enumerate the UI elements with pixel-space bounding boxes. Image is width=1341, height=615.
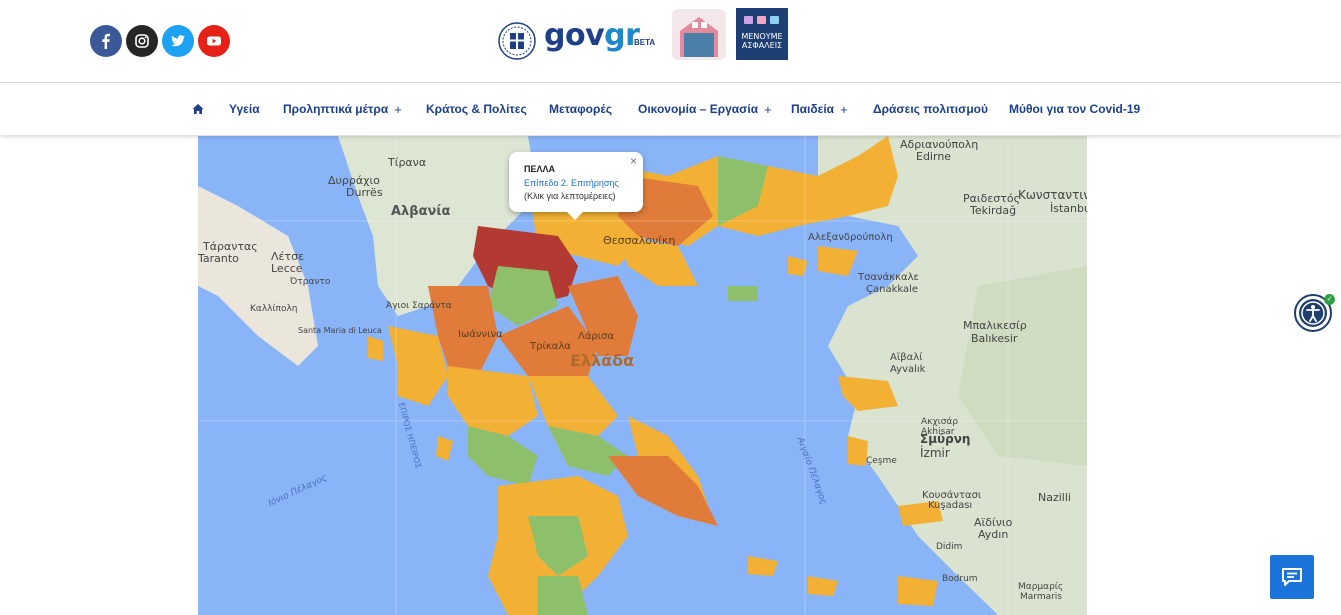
map-label-istanbul: İstanbul xyxy=(1050,202,1087,215)
map-label-akhisar-gr: Ακχισάρ xyxy=(921,417,959,427)
map-label-ayvalik-gr: Αϊβαλί xyxy=(890,352,923,363)
map-label-nazilli: Nazilli xyxy=(1038,491,1071,504)
covid-risk-map[interactable]: Τίρανα Δυρράχιο Durrës Αλβανία Τάραντας … xyxy=(198,136,1087,615)
map-label-alexandroupoli: Αλεξανδρούπολη xyxy=(808,232,893,243)
island-cyclades-2[interactable] xyxy=(808,576,838,596)
twitter-icon[interactable] xyxy=(162,25,194,57)
popup-region-name: ΠΕΛΛΑ xyxy=(524,164,556,174)
map-label-aydin: Aydın xyxy=(978,528,1009,541)
home-icon[interactable] xyxy=(192,83,204,135)
map-label-canakkale: Çanakkale xyxy=(866,284,919,295)
island-dodecanese[interactable] xyxy=(898,576,938,606)
nav-item-education[interactable]: Παιδεία + xyxy=(791,83,848,135)
nav-item-preventive-measures[interactable]: Προληπτικά μέτρα + xyxy=(283,83,402,135)
map-label-izmir-gr: Σμύρνη xyxy=(920,432,971,446)
nav-item-covid-myths[interactable]: Μύθοι για τον Covid-19 xyxy=(1009,83,1140,135)
map-label-lecce: Lecce xyxy=(271,262,303,275)
island-limnos[interactable] xyxy=(818,246,858,276)
nav-item-economy-work[interactable]: Οικονομία – Εργασία + xyxy=(638,83,772,135)
region-fthiotida[interactable] xyxy=(528,376,618,436)
instagram-icon[interactable] xyxy=(126,25,158,57)
map-label-trikala: Τρίκαλα xyxy=(530,341,571,352)
island-corfu[interactable] xyxy=(368,336,383,361)
nav-item-state-citizens[interactable]: Κράτος & Πολίτες xyxy=(426,83,527,135)
expand-icon[interactable]: + xyxy=(764,102,772,117)
map-label-greece: Ελλάδα xyxy=(570,351,635,370)
island-cyclades-1[interactable] xyxy=(748,556,778,576)
nav-item-transport[interactable]: Μεταφορές xyxy=(549,83,612,135)
badge2-label: ΜΕΝΟΥΜΕ ΑΣΦΑΛΕΙΣ xyxy=(741,32,783,50)
map-label-istanbul-gr: Κωνσταντινούπολη xyxy=(1018,188,1087,202)
map-label-canakkale-gr: Τσανάκκαλε xyxy=(858,272,919,283)
map-label-tirana: Τίρανα xyxy=(388,156,427,169)
map-label-albania: Αλβανία xyxy=(391,204,451,219)
check-icon: ✓ xyxy=(1324,294,1335,305)
expand-icon[interactable]: + xyxy=(394,102,402,117)
map-label-ioannina: Ιωάννινα xyxy=(458,329,503,340)
beta-label: BETA xyxy=(634,38,656,47)
island-thasos[interactable] xyxy=(728,286,758,301)
map-label-sarande: Άγιοι Σαράντα xyxy=(386,301,452,311)
map-label-izmir: İzmir xyxy=(920,446,950,460)
island-chios[interactable] xyxy=(848,436,868,466)
map-label-didim: Didim xyxy=(936,542,963,552)
govgr-logo[interactable]: govgr xyxy=(544,18,640,53)
map-label-balikesir: Balıkesir xyxy=(971,332,1018,345)
island-kefalonia[interactable] xyxy=(436,436,453,461)
map-label-marmaris-gr: Μαρμαρίς xyxy=(1018,582,1064,592)
chat-icon[interactable] xyxy=(1270,555,1314,599)
popup-level-link[interactable]: Επίπεδο 2. Επιτήρησης xyxy=(524,178,619,188)
map-label-marmaris: Marmaris xyxy=(1020,592,1062,602)
map-label-larisa: Λάρισα xyxy=(578,331,615,342)
map-label-otranto: Ότραντο xyxy=(290,277,331,287)
map-label-tekirdag: Tekirdağ xyxy=(970,204,1017,217)
nav-item-culture-actions[interactable]: Δράσεις πολιτισμού xyxy=(873,83,988,135)
menoume-asfaleis-badge[interactable]: ΜΕΝΟΥΜΕ ΑΣΦΑΛΕΙΣ xyxy=(736,8,788,60)
facebook-icon[interactable] xyxy=(90,25,122,57)
map-label-cesme: Çeşme xyxy=(866,456,897,466)
greek-emblem-icon xyxy=(498,22,536,60)
youtube-icon[interactable] xyxy=(198,25,230,57)
map-label-santa-maria: Santa Maria di Leuca xyxy=(298,326,382,335)
map-label-ayvalik: Ayvalık xyxy=(890,364,926,375)
map-label-balikesir-gr: Μπαλικεσίρ xyxy=(963,319,1027,332)
nav-item-health[interactable]: Υγεία xyxy=(229,83,260,135)
map-label-edirne: Edirne xyxy=(916,150,952,163)
menoume-spiti-badge[interactable] xyxy=(672,9,726,60)
expand-icon[interactable]: + xyxy=(840,102,848,117)
italy-landmass xyxy=(198,186,318,366)
map-label-taranto-it: Taranto xyxy=(198,252,239,265)
map-label-durres: Durrës xyxy=(346,186,383,199)
accessibility-icon[interactable]: ✓ xyxy=(1294,294,1335,332)
popup-hint: (Κλικ για λεπτομέρειες) xyxy=(524,191,616,201)
top-header: govgr BETA ΜΕΝΟΥΜΕ ΑΣΦΑΛΕΙΣ xyxy=(0,0,1341,83)
map-label-gallipoli: Καλλίπολη xyxy=(250,304,298,314)
main-navigation: Υγεία Προληπτικά μέτρα + Κράτος & Πολίτες… xyxy=(0,83,1341,135)
map-label-bodrum: Bodrum xyxy=(942,574,978,584)
map-label-kusadasi: Kuşadası xyxy=(928,500,973,511)
region-aitoloakarnania[interactable] xyxy=(468,426,538,486)
close-icon[interactable]: × xyxy=(630,154,637,168)
region-evrytania[interactable] xyxy=(448,366,538,436)
map-label-thessaloniki: Θεσσαλονίκη xyxy=(603,234,676,247)
region-info-popup[interactable]: ΠΕΛΛΑ Επίπεδο 2. Επιτήρησης (Κλικ για λε… xyxy=(509,152,643,220)
